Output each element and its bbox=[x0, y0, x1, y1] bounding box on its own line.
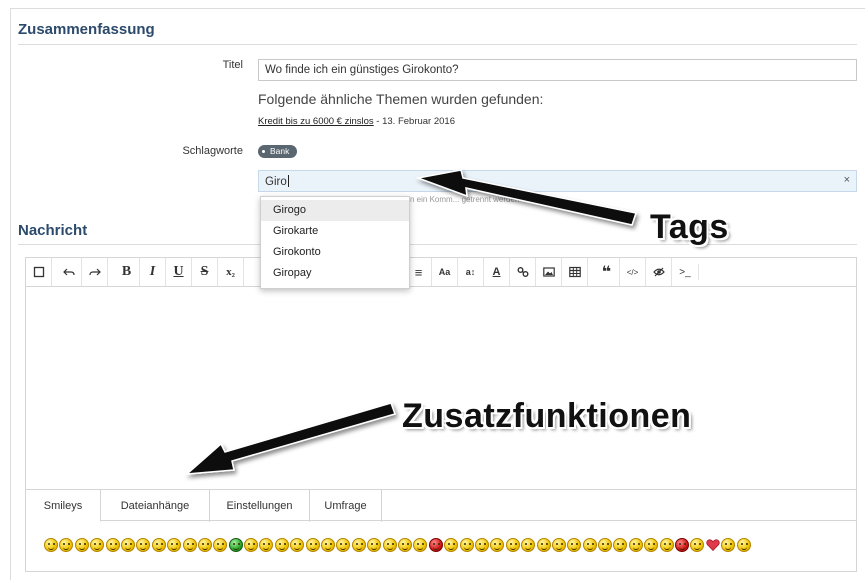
smiley-icon[interactable] bbox=[459, 538, 474, 552]
tag-input-value: Giro bbox=[265, 176, 287, 188]
smiley-sick-icon[interactable] bbox=[228, 538, 243, 552]
smiley-icon[interactable] bbox=[151, 538, 166, 552]
smiley-angry-icon[interactable] bbox=[428, 538, 443, 552]
similar-topics-heading: Folgende ähnliche Themen wurden gefunden… bbox=[258, 91, 544, 107]
smiley-icon[interactable] bbox=[336, 538, 351, 552]
link-icon[interactable] bbox=[510, 258, 536, 286]
line-height-icon[interactable]: a↕ bbox=[458, 258, 484, 286]
summary-heading: Zusammenfassung bbox=[18, 21, 155, 38]
suggestion-girogo[interactable]: Girogo bbox=[261, 200, 409, 221]
text-color-icon[interactable]: A bbox=[484, 258, 510, 286]
smiley-icon[interactable] bbox=[182, 538, 197, 552]
smiley-icon[interactable] bbox=[567, 538, 582, 552]
tag-input[interactable]: Giro × bbox=[258, 170, 857, 192]
message-editor[interactable] bbox=[25, 287, 857, 489]
similar-topic-date: - 13. Februar 2016 bbox=[376, 116, 455, 127]
suggestion-girokonto[interactable]: Girokonto bbox=[261, 242, 409, 263]
summary-divider bbox=[18, 44, 857, 45]
spoiler-icon[interactable] bbox=[646, 258, 672, 286]
bold-icon[interactable]: B bbox=[114, 258, 140, 286]
similar-topic-link[interactable]: Kredit bis zu 6000 € zinslos bbox=[258, 116, 374, 127]
smiley-icon[interactable] bbox=[536, 538, 551, 552]
smiley-icon[interactable] bbox=[613, 538, 628, 552]
title-label: Titel bbox=[222, 59, 243, 71]
smiley-icon[interactable] bbox=[397, 538, 412, 552]
tag-hint-text: n ein Komm... getrennt werden bbox=[410, 195, 520, 204]
smiley-devil-icon[interactable] bbox=[675, 538, 690, 552]
terminal-icon[interactable]: >_ bbox=[672, 258, 698, 286]
smiley-icon[interactable] bbox=[474, 538, 489, 552]
smiley-icon[interactable] bbox=[490, 538, 505, 552]
underline-icon[interactable]: U bbox=[166, 258, 192, 286]
tab-poll[interactable]: Umfrage bbox=[310, 490, 382, 522]
exclamation-icon[interactable] bbox=[721, 538, 736, 552]
smiley-icon[interactable] bbox=[521, 538, 536, 552]
code-icon[interactable]: </> bbox=[620, 258, 646, 286]
redo-icon[interactable] bbox=[82, 258, 108, 286]
smiley-icon[interactable] bbox=[244, 538, 259, 552]
smiley-icon[interactable] bbox=[551, 538, 566, 552]
smiley-icon[interactable] bbox=[505, 538, 520, 552]
smiley-icon[interactable] bbox=[582, 538, 597, 552]
tags-label: Schlagworte bbox=[182, 145, 243, 157]
toolbar-divider bbox=[698, 264, 699, 280]
source-toggle-icon[interactable] bbox=[26, 258, 52, 286]
smiley-icon[interactable] bbox=[105, 538, 120, 552]
smiley-icon[interactable] bbox=[90, 538, 105, 552]
smiley-icon[interactable] bbox=[74, 538, 89, 552]
quote-icon[interactable]: ❝ bbox=[594, 258, 620, 286]
smiley-icon[interactable] bbox=[59, 538, 74, 552]
subscript-icon[interactable]: x₂ bbox=[218, 258, 244, 286]
undo-icon[interactable] bbox=[56, 258, 82, 286]
text-caret bbox=[287, 175, 289, 187]
smiley-icon[interactable] bbox=[444, 538, 459, 552]
smiley-icon[interactable] bbox=[213, 538, 228, 552]
smiley-icon[interactable] bbox=[413, 538, 428, 552]
smiley-icon[interactable] bbox=[259, 538, 274, 552]
smiley-icon[interactable] bbox=[197, 538, 212, 552]
table-icon[interactable] bbox=[562, 258, 588, 286]
heart-icon[interactable] bbox=[706, 538, 720, 552]
strikethrough-icon[interactable]: S bbox=[192, 258, 218, 286]
editor-toolbar: B I U S x₂ ≡ Aa a↕ A ❝ </> >_ bbox=[25, 257, 857, 287]
image-icon[interactable] bbox=[536, 258, 562, 286]
smiley-icon[interactable] bbox=[120, 538, 135, 552]
suggestion-giropay[interactable]: Giropay bbox=[261, 263, 409, 284]
clear-icon[interactable]: × bbox=[844, 174, 850, 186]
smiley-icon[interactable] bbox=[305, 538, 320, 552]
question-icon[interactable] bbox=[736, 538, 751, 552]
tab-smileys[interactable]: Smileys bbox=[26, 490, 101, 522]
similar-topic-item: Kredit bis zu 6000 € zinslos - 13. Febru… bbox=[258, 116, 455, 127]
extras-tabbar: Smileys Dateianhänge Einstellungen Umfra… bbox=[25, 489, 857, 522]
smiley-icon[interactable] bbox=[690, 538, 705, 552]
smiley-icon[interactable] bbox=[167, 538, 182, 552]
smiley-icon[interactable] bbox=[321, 538, 336, 552]
tab-settings[interactable]: Einstellungen bbox=[210, 490, 310, 522]
smiley-icon[interactable] bbox=[44, 538, 58, 552]
message-divider bbox=[18, 244, 857, 245]
smiley-icon[interactable] bbox=[659, 538, 674, 552]
smiley-icon[interactable] bbox=[351, 538, 366, 552]
smiley-icon[interactable] bbox=[136, 538, 151, 552]
message-heading: Nachricht bbox=[18, 222, 88, 239]
smiley-icon[interactable] bbox=[274, 538, 289, 552]
tag-pill-bank[interactable]: Bank bbox=[258, 145, 298, 158]
tag-suggestion-dropdown: Girogo Girokarte Girokonto Giropay bbox=[260, 196, 410, 289]
smiley-list bbox=[44, 538, 752, 554]
smiley-icon[interactable] bbox=[367, 538, 382, 552]
smiley-icon[interactable] bbox=[598, 538, 613, 552]
extras-annotation: Zusatzfunktionen bbox=[402, 397, 692, 435]
smiley-icon[interactable] bbox=[628, 538, 643, 552]
smiley-icon[interactable] bbox=[382, 538, 397, 552]
tab-attachments[interactable]: Dateianhänge bbox=[101, 490, 210, 522]
tags-annotation: Tags bbox=[650, 208, 729, 246]
italic-icon[interactable]: I bbox=[140, 258, 166, 286]
smiley-icon[interactable] bbox=[290, 538, 305, 552]
title-input[interactable]: Wo finde ich ein günstiges Girokonto? bbox=[258, 59, 857, 81]
smiley-icon[interactable] bbox=[644, 538, 659, 552]
font-size-icon[interactable]: Aa bbox=[432, 258, 458, 286]
suggestion-girokarte[interactable]: Girokarte bbox=[261, 221, 409, 242]
